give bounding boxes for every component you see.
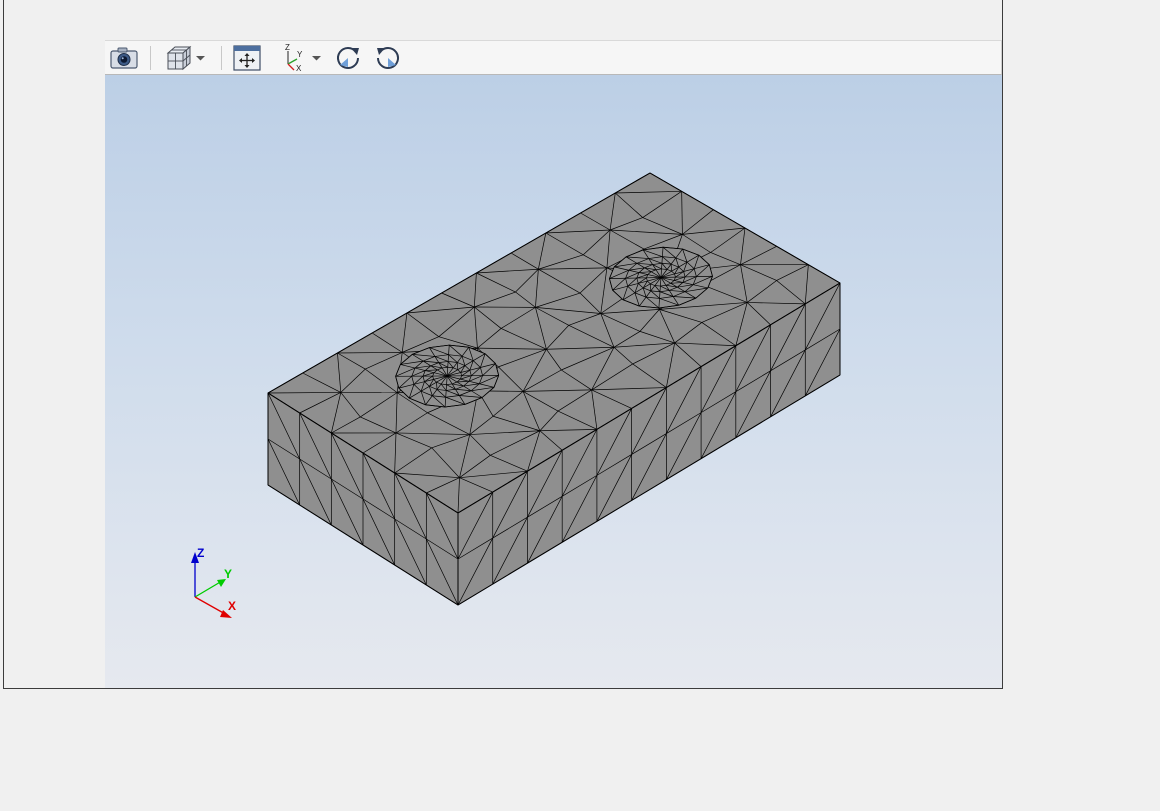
rotate-ccw-button[interactable]	[373, 42, 403, 74]
toolbar-separator	[221, 46, 222, 70]
3d-viewport[interactable]: Z Y X	[105, 75, 1002, 688]
triad-z-label: Z	[197, 546, 204, 560]
rotate-clockwise-icon	[337, 47, 359, 69]
chevron-down-icon	[312, 56, 321, 61]
rotate-cw-button[interactable]	[333, 42, 363, 74]
restore-view-icon	[233, 45, 261, 71]
figure-window: Z Y X Z Y X	[3, 0, 1003, 689]
axes-view-button[interactable]: Z Y X	[275, 42, 327, 74]
camera-icon	[110, 47, 138, 69]
xyz-axes-icon: Z Y X	[285, 43, 303, 73]
svg-text:Z: Z	[285, 43, 290, 52]
svg-text:Y: Y	[297, 50, 303, 59]
toolbar-separator	[150, 46, 151, 70]
orientation-triad: Z Y X	[191, 546, 236, 618]
rotate-counterclockwise-icon	[377, 47, 399, 69]
restore-view-button[interactable]	[230, 42, 264, 74]
view-style-button[interactable]	[159, 42, 211, 74]
triad-x-label: X	[228, 599, 236, 613]
axes-toolbar: Z Y X	[105, 40, 1002, 75]
tetrahedral-mesh	[267, 172, 841, 606]
chevron-down-icon	[196, 56, 205, 61]
mesh-geometry: Z Y X	[191, 172, 841, 618]
triad-y-label: Y	[224, 567, 232, 581]
svg-text:X: X	[296, 64, 302, 73]
export-button[interactable]	[107, 42, 141, 74]
cube-wireframe-icon	[166, 45, 192, 71]
